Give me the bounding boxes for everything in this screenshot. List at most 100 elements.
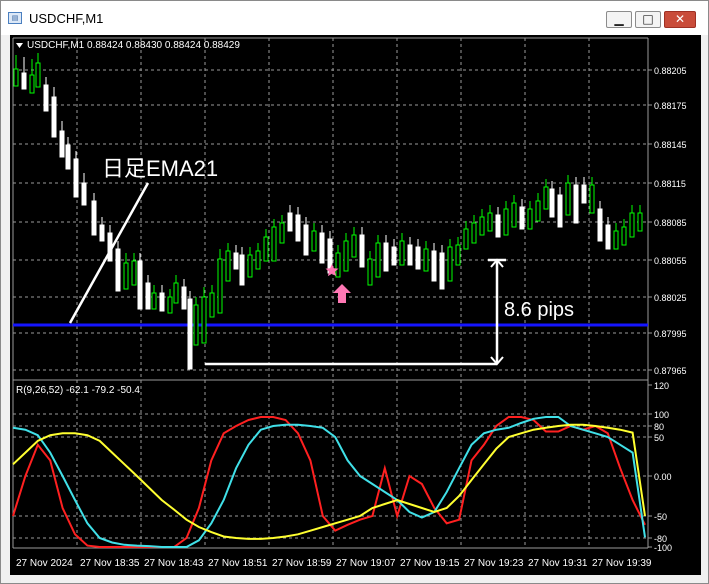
indicator-label: R(9,26,52) -62.1 -79.2 -50.4 xyxy=(16,385,140,396)
time-tick-label: 27 Nov 18:35 xyxy=(80,558,140,569)
candle-body xyxy=(81,182,87,206)
indicator-tick-label: 80 xyxy=(654,422,664,432)
candle-body xyxy=(123,262,129,290)
candle-body xyxy=(367,258,373,286)
chart-window-icon: ▤ xyxy=(8,12,22,24)
candle-body xyxy=(495,214,501,238)
candle-body xyxy=(167,296,173,314)
candle-body xyxy=(217,258,223,314)
indicator-tick-label: -100 xyxy=(654,543,672,553)
candle-body xyxy=(209,292,215,318)
maximize-button[interactable]: □ xyxy=(635,11,661,28)
price-tick-label: 0.88055 xyxy=(654,256,687,266)
candle-body xyxy=(343,240,349,272)
time-tick-label: 27 Nov 19:15 xyxy=(400,558,460,569)
candle-body xyxy=(557,194,563,228)
candle-body xyxy=(173,282,179,304)
indicator-tick-label: 0.00 xyxy=(654,472,672,482)
candle-body xyxy=(431,250,437,282)
close-icon: ✕ xyxy=(674,12,686,26)
candle-body xyxy=(391,246,397,266)
candle-body xyxy=(311,230,317,252)
candle-body xyxy=(181,286,187,310)
candle-body xyxy=(13,68,19,87)
candle-body xyxy=(35,62,41,88)
candle-body xyxy=(535,200,541,222)
ema-annotation: 日足EMA21 xyxy=(102,156,218,181)
candle-body xyxy=(415,246,421,270)
candle-body xyxy=(137,260,143,310)
candle-body xyxy=(407,244,413,266)
candle-body xyxy=(145,282,151,310)
chart-window: ▤ USDCHF,M1 ▁ □ ✕ 0.88205 0.88175 0.88145 0… xyxy=(0,0,709,584)
candle-body xyxy=(439,252,445,290)
candle-body xyxy=(471,222,477,244)
candle-body xyxy=(605,224,611,250)
minimize-button[interactable]: ▁ xyxy=(606,11,632,28)
candle-body xyxy=(51,96,57,138)
indicator-tick-label: 100 xyxy=(654,410,669,420)
candle-body xyxy=(115,248,121,292)
price-tick-label: 0.87995 xyxy=(654,329,687,339)
candle-body xyxy=(263,236,269,262)
candle-body xyxy=(271,226,277,262)
indicator-tick-label: 120 xyxy=(654,381,669,391)
chart-background xyxy=(10,35,701,575)
time-tick-label: 27 Nov 19:23 xyxy=(464,558,524,569)
price-tick-label: 0.88025 xyxy=(654,293,687,303)
candle-body xyxy=(193,304,199,346)
price-tick-label: 0.88145 xyxy=(654,140,687,150)
price-tick-label: 0.88205 xyxy=(654,66,687,76)
candle-body xyxy=(549,188,555,218)
candle-body xyxy=(225,250,231,282)
candle-body xyxy=(589,184,595,214)
time-tick-label: 27 Nov 19:39 xyxy=(592,558,652,569)
close-button[interactable]: ✕ xyxy=(664,11,696,28)
candle-body xyxy=(131,260,137,286)
candle-body xyxy=(187,298,193,370)
candle-body xyxy=(621,226,627,246)
candle-body xyxy=(73,158,79,198)
candle-body xyxy=(59,130,65,158)
minimize-icon: ▁ xyxy=(614,12,624,26)
time-tick-label: 27 Nov 18:43 xyxy=(144,558,204,569)
candle-body xyxy=(637,212,643,232)
window-title: USDCHF,M1 xyxy=(29,11,104,26)
candle-body xyxy=(463,228,469,250)
candle-body xyxy=(233,252,239,270)
price-chart[interactable]: 0.88205 0.88175 0.88145 0.88115 0.88085 0.880… xyxy=(10,35,701,575)
candle-body xyxy=(239,254,245,286)
candle-body xyxy=(487,212,493,232)
candle-body xyxy=(29,74,35,94)
candle-body xyxy=(383,242,389,272)
candle-body xyxy=(503,208,509,236)
candle-body xyxy=(279,222,285,244)
candle-body xyxy=(629,212,635,238)
time-tick-label: 27 Nov 19:31 xyxy=(528,558,588,569)
candle-body xyxy=(247,254,253,278)
candle-body xyxy=(573,184,579,224)
candle-body xyxy=(519,206,525,230)
price-tick-label: 0.88085 xyxy=(654,218,687,228)
candle-body xyxy=(455,244,461,266)
candle-body xyxy=(287,212,293,232)
title-bar[interactable]: ▤ USDCHF,M1 ▁ □ ✕ xyxy=(1,1,708,35)
chart-area[interactable]: 0.88205 0.88175 0.88145 0.88115 0.88085 0.880… xyxy=(10,35,701,575)
candle-body xyxy=(511,202,517,228)
candle-body xyxy=(447,246,453,282)
indicator-tick-label: 50 xyxy=(654,433,664,443)
price-tick-label: 0.88115 xyxy=(654,179,686,189)
candle-body xyxy=(335,252,341,278)
candle-body xyxy=(613,230,619,250)
candle-body xyxy=(159,292,165,312)
candle-body xyxy=(201,296,207,344)
time-tick-label: 27 Nov 2024 xyxy=(16,558,73,569)
candle-body xyxy=(99,224,105,242)
candle-body xyxy=(581,184,587,204)
candle-body xyxy=(399,240,405,266)
candle-body xyxy=(565,182,571,216)
pips-annotation: 8.6 pips xyxy=(504,299,574,321)
candle-body xyxy=(151,292,157,310)
time-tick-label: 27 Nov 19:07 xyxy=(336,558,396,569)
candle-body xyxy=(527,208,533,230)
